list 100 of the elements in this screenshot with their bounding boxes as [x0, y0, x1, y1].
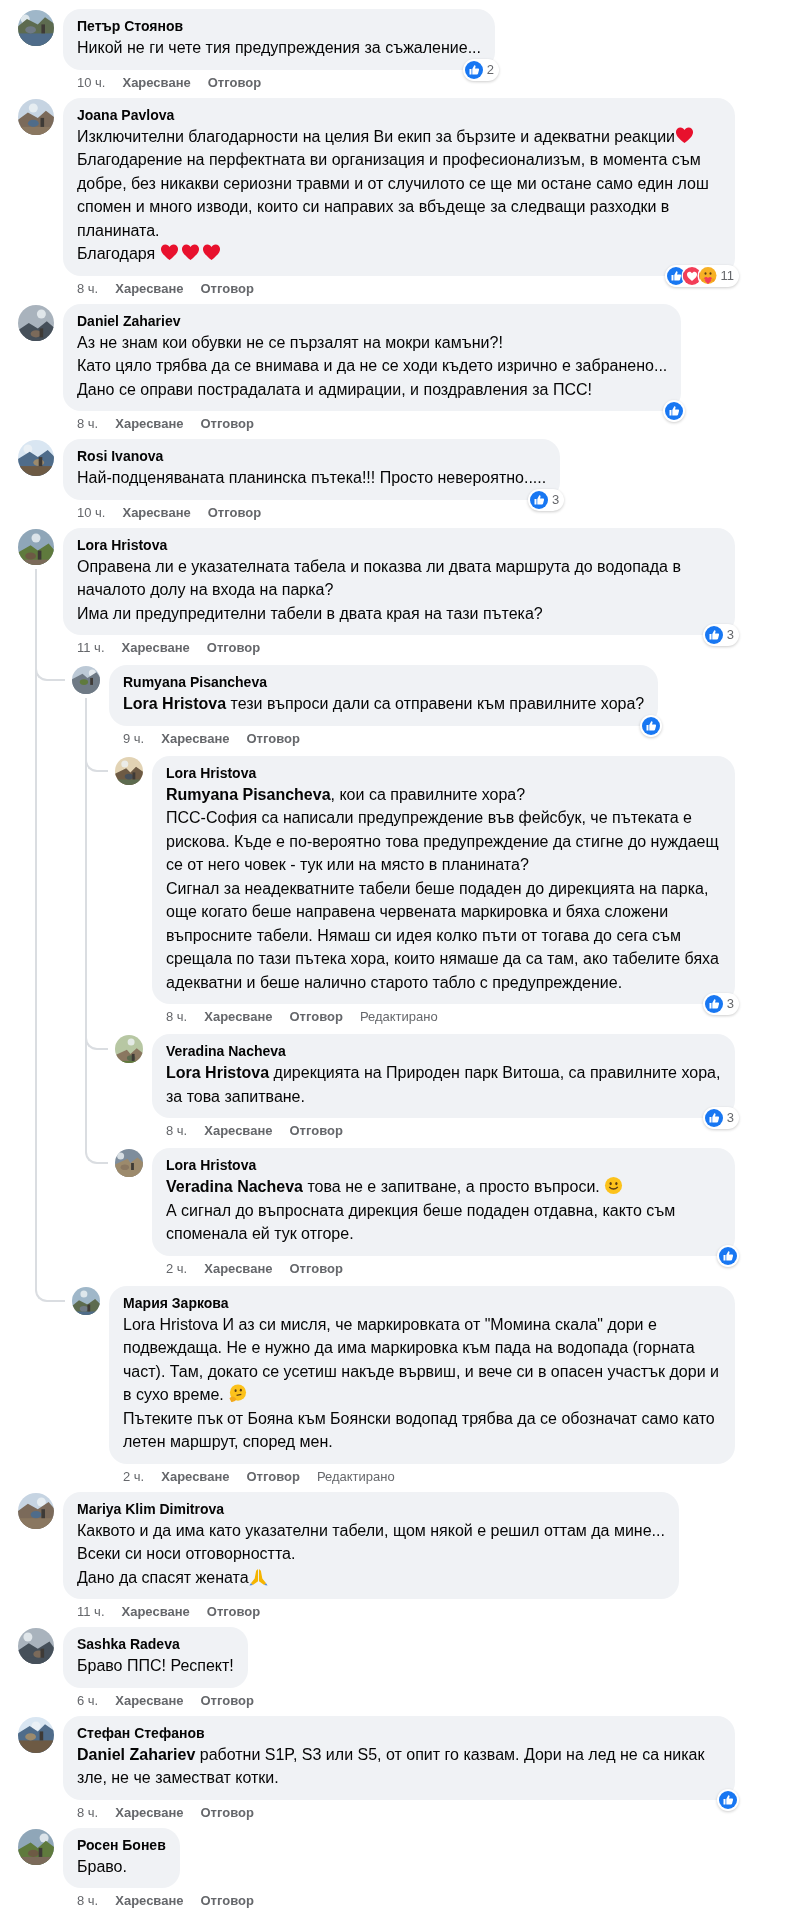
commenter-name[interactable]: Lora Hristova: [166, 763, 721, 783]
commenter-name[interactable]: Мария Заркова: [123, 1293, 721, 1313]
reaction-count: 2: [486, 60, 494, 79]
reaction-count: 3: [726, 626, 734, 644]
comment-text: Дано се оправи пострадалата и адмирации, и поздравления за ПСС!: [77, 379, 593, 400]
comment-text: Най-подценяваната планинска пътека!!! Просто невероятно.....: [77, 468, 547, 488]
comment-time[interactable]: 8 ч.: [166, 1122, 188, 1142]
reply-connector: [85, 1142, 108, 1164]
commenter-name[interactable]: Rumyana Pisancheva: [123, 673, 645, 692]
reply-link[interactable]: Отговор: [289, 1008, 343, 1028]
reaction-badge[interactable]: 3: [702, 624, 739, 646]
commenter-name[interactable]: Sashka Radeva: [77, 1635, 234, 1654]
comment-text: Браво ППС! Респект!: [77, 1656, 234, 1676]
mention-link[interactable]: Veradina Nacheva: [166, 1178, 303, 1195]
comment-text: Сигнал за неадекватните табели беше подаден до дирекцията на парка, още когато беше направена червената маркировка и бяха сложени въпросните табели. Нямаш си идея колко пъти от тогава до сега съм срещала по тази пътека хора, които нямаше да са там, ако табелите бяха адекватни и беше налично старото табло с предупреждение.: [166, 878, 720, 993]
commenter-name[interactable]: Lora Hristova: [166, 1156, 721, 1175]
comment-time[interactable]: 10 ч.: [77, 73, 106, 94]
edited-label: Редактирано: [316, 1467, 395, 1486]
comment-text: Като цяло трябва да се внимава и да не се ходи където изрично е забранено...: [77, 356, 668, 376]
commenter-name[interactable]: Lora Hristova: [77, 535, 721, 555]
reaction-count: 11: [720, 266, 734, 285]
commenter-name[interactable]: Росен Бонев: [77, 1835, 166, 1855]
like-link[interactable]: Харесване: [122, 503, 191, 524]
comment-text: Lora Hristova дирекцията на Природен парк Витоша, са правилните хора, за това запитване.: [166, 1063, 721, 1107]
reply-link[interactable]: Отговор: [200, 1892, 254, 1910]
comment-text: Аз не знам кои обувки не се пързалят на мокри камъни?!: [77, 332, 504, 353]
like-link[interactable]: Харесване: [115, 1803, 184, 1824]
commenter-name[interactable]: Стефан Стефанов: [77, 1723, 721, 1743]
comment-text: Никой не ги чете тия предупреждения за съжаление...: [77, 38, 481, 58]
like-link[interactable]: Харесване: [161, 729, 230, 750]
reply-link[interactable]: Отговор: [206, 639, 261, 659]
reply-link[interactable]: Отговор: [289, 1122, 343, 1142]
like-link[interactable]: Харесване: [121, 1603, 190, 1623]
commenter-name[interactable]: Veradina Nacheva: [166, 1042, 721, 1061]
commenter-name[interactable]: Joana Pavlova: [77, 105, 721, 125]
like-link[interactable]: Харесване: [115, 415, 184, 435]
mention-link[interactable]: Lora Hristova: [166, 1064, 270, 1081]
like-link[interactable]: Харесване: [115, 279, 184, 300]
comment-text: Благодаря: [77, 242, 721, 266]
comment-time[interactable]: 8 ч.: [77, 1803, 99, 1824]
reply-link[interactable]: Отговор: [200, 1803, 254, 1824]
comment-text: Благодарение на перфектната ви организация и професионализъм, в момента съм добре, без никакви сериозни травми и от случилото се ще ми остане само един лош спомен и много изводи, които си направих за вбъдеще за следващи разходки в планината.: [77, 150, 710, 241]
comment-time[interactable]: 9 ч.: [123, 729, 145, 750]
like-link[interactable]: Харесване: [204, 1259, 273, 1280]
reaction-count: 3: [726, 995, 734, 1013]
comment-text: Дано да спасят жената: [77, 1565, 665, 1589]
commenter-name[interactable]: Rosi Ivanova: [77, 447, 547, 466]
comment-time[interactable]: 8 ч.: [77, 1892, 99, 1910]
comment-text: А сигнал до въпросната дирекция беше подаден отдавна, както съм споменала ей тук отгоре.: [166, 1200, 677, 1244]
comment-text: Daniel Zahariev работни S1P, S3 или S5, от опит го казвам. Дори на лед не са никак зле, не че заместват котки.: [77, 1744, 706, 1788]
comment-text: Veradina Nacheva това не е запитване, а просто въпроси.: [166, 1175, 721, 1199]
reaction-badge[interactable]: 3: [702, 993, 739, 1015]
mention-link[interactable]: Lora Hristova: [123, 695, 227, 712]
comment-time[interactable]: 10 ч.: [77, 503, 106, 524]
reply-link[interactable]: Отговор: [200, 279, 254, 300]
mention-link[interactable]: Daniel Zahariev: [77, 1745, 196, 1763]
comment-text: Оправена ли е указателната табела и показва ли двата маршрута до водопада в началото долу на входа на парка?: [77, 556, 682, 600]
reply-link[interactable]: Отговор: [207, 503, 262, 524]
mention-link[interactable]: Rumyana Pisancheva: [166, 785, 331, 803]
comment-text: Браво.: [77, 1856, 128, 1877]
reply-link[interactable]: Отговор: [246, 1467, 300, 1488]
comment-text: ПСС-София са написали предупреждение във фейсбук, че пътеката е рискова. Къде е по-вероятно това предупреждение да стигне до нуждаещ се от него човек - тук или на място в планината?: [166, 808, 720, 875]
comment-time[interactable]: 2 ч.: [123, 1467, 145, 1488]
commenter-name[interactable]: Петър Стоянов: [77, 17, 481, 36]
reaction-count: 3: [551, 490, 560, 509]
reply-link[interactable]: Отговор: [200, 415, 254, 435]
comment-text: Lora Hristova тези въпроси дали са отправени към правилните хора?: [123, 694, 645, 714]
like-link[interactable]: Харесване: [121, 639, 190, 659]
like-link[interactable]: Харесване: [122, 73, 191, 94]
reply-connector: [35, 1279, 65, 1302]
reply-link[interactable]: Отговор: [246, 729, 300, 750]
comment-time[interactable]: 8 ч.: [77, 415, 99, 435]
reaction-badge[interactable]: 3: [702, 1107, 739, 1129]
comment-text: Всеки си носи отговорността.: [77, 1544, 297, 1564]
comment-text: Има ли предупредителни табели в двата края на тази пътека?: [77, 603, 544, 624]
like-link[interactable]: Харесване: [204, 1008, 273, 1028]
comment-text: Каквото и да има като указателни табели, щом някой е решил оттам да мине...: [77, 1520, 665, 1541]
commenter-name[interactable]: Mariya Klim Dimitrova: [77, 1499, 665, 1519]
comment-time[interactable]: 11 ч.: [77, 1603, 105, 1623]
edited-label: Редактирано: [359, 1008, 438, 1026]
like-link[interactable]: Харесване: [161, 1467, 230, 1488]
like-link[interactable]: Харесване: [204, 1122, 273, 1142]
reply-link[interactable]: Отговор: [206, 1603, 261, 1623]
reply-link[interactable]: Отговор: [207, 73, 262, 94]
comment-text: Изключителни благодарности на целия Ви екип за бързите и адекватни реакции: [77, 124, 721, 148]
comment-time[interactable]: 11 ч.: [77, 639, 105, 659]
comment-time[interactable]: 8 ч.: [77, 279, 99, 300]
comment-text: Пътеките пък от Бояна към Боянски водопад трябва да се обозначат само като летен маршрут, според мен.: [123, 1408, 716, 1452]
comment-text: Lora Hristova И аз си мисля, че маркировката от "Момина скала" дори е подвеждаща. Не е нужно да има маркировка към пада на водопада (горната част). Там, докато се усетиш накъде вървиш, и вече си в опасен участък дори и в сухо време.: [123, 1314, 720, 1405]
commenter-name[interactable]: Daniel Zahariev: [77, 311, 668, 331]
reaction-count: 3: [726, 1109, 734, 1127]
like-link[interactable]: Харесване: [115, 1691, 184, 1712]
reply-link[interactable]: Отговор: [289, 1259, 343, 1280]
comment-time[interactable]: 6 ч.: [77, 1691, 99, 1712]
comment-time[interactable]: 8 ч.: [166, 1008, 188, 1028]
like-link[interactable]: Харесване: [115, 1892, 184, 1910]
reply-link[interactable]: Отговор: [200, 1691, 254, 1712]
reaction-badge[interactable]: 11: [664, 264, 739, 287]
comment-time[interactable]: 2 ч.: [166, 1259, 188, 1280]
comment-text: Rumyana Pisancheva, кои са правилните хора?: [166, 784, 527, 805]
